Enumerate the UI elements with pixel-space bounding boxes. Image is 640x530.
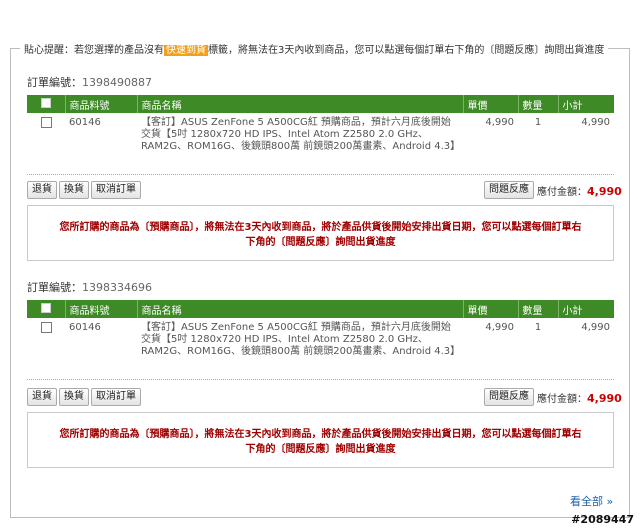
divider (27, 174, 614, 175)
row-select-cell (27, 113, 65, 168)
select-all-checkbox[interactable] (40, 97, 51, 108)
exchange-button[interactable]: 換貨 (59, 181, 89, 199)
amount-due-value: 4,990 (587, 392, 622, 405)
amount-due: 應付金額：4,990 (537, 183, 622, 198)
order-title: 訂單編號：1398334696 (27, 279, 152, 295)
amount-due-value: 4,990 (587, 185, 622, 198)
item-subtotal: 4,990 (581, 117, 610, 128)
return-button[interactable]: 退貨 (27, 181, 57, 199)
item-price: 4,990 (485, 322, 514, 333)
preorder-notice: 您所訂購的商品為〔預購商品〕，將無法在3天內收到商品，將於產品供貨後開始安排出貨… (27, 412, 614, 468)
order-number: 1398334696 (82, 281, 152, 294)
item-qty: 1 (534, 117, 542, 128)
col-subtotal: 小計 (558, 95, 614, 113)
order-number: 1398490887 (82, 76, 152, 89)
order-number-label: 訂單編號： (27, 281, 82, 294)
view-all-link[interactable]: 看全部 » (570, 493, 613, 509)
item-price: 4,990 (485, 117, 514, 128)
row-checkbox[interactable] (40, 322, 52, 333)
select-all-checkbox[interactable] (40, 302, 51, 313)
item-qty: 1 (534, 322, 542, 333)
select-all-header (27, 300, 66, 318)
row-select-cell (27, 318, 65, 373)
issue-report-button[interactable]: 問題反應 (484, 181, 534, 199)
item-sku: 60146 (69, 117, 101, 128)
order-number-label: 訂單編號： (27, 76, 82, 89)
reminder-text-suffix: 標籤，將無法在3天內收到商品，您可以點選每個訂單右下角的〔問題反應〕詢問出貨進度 (208, 45, 605, 56)
table-row: 60146 【客訂】ASUS ZenFone 5 A500CG紅 預購商品，預計… (27, 113, 614, 168)
select-all-header (27, 95, 66, 113)
row-checkbox[interactable] (40, 117, 52, 128)
preorder-notice: 您所訂購的商品為〔預購商品〕，將無法在3天內收到商品，將於產品供貨後開始安排出貨… (27, 205, 614, 261)
issue-report-button[interactable]: 問題反應 (484, 388, 534, 406)
amount-due-label: 應付金額： (537, 394, 587, 405)
col-sku: 商品料號 (65, 95, 138, 113)
watermark-id: #2089447 (571, 513, 634, 526)
col-price: 單價 (463, 300, 519, 318)
exchange-button[interactable]: 換貨 (59, 388, 89, 406)
reminder-text-prefix: 貼心提醒：若您選擇的產品沒有 (24, 45, 164, 56)
table-header-row: 商品料號 商品名稱 單價 數量 小計 (27, 300, 614, 318)
item-name: 【客訂】ASUS ZenFone 5 A500CG紅 預購商品，預計六月底後開始… (141, 117, 461, 152)
order-title: 訂單編號：1398490887 (27, 74, 152, 90)
amount-due-label: 應付金額： (537, 187, 587, 198)
col-qty: 數量 (518, 95, 559, 113)
col-price: 單價 (463, 95, 519, 113)
col-qty: 數量 (518, 300, 559, 318)
col-name: 商品名稱 (137, 300, 464, 318)
reminder-legend: 貼心提醒：若您選擇的產品沒有 快速到貨 標籤，將無法在3天內收到商品，您可以點選每個… (20, 41, 609, 56)
amount-due: 應付金額：4,990 (537, 390, 622, 405)
cancel-order-button[interactable]: 取消訂單 (91, 181, 141, 199)
return-button[interactable]: 退貨 (27, 388, 57, 406)
item-name: 【客訂】ASUS ZenFone 5 A500CG紅 預購商品，預計六月底後開始… (141, 322, 461, 357)
col-sku: 商品料號 (65, 300, 138, 318)
item-subtotal: 4,990 (581, 322, 610, 333)
col-subtotal: 小計 (558, 300, 614, 318)
table-header-row: 商品料號 商品名稱 單價 數量 小計 (27, 95, 614, 113)
order-items-table: 商品料號 商品名稱 單價 數量 小計 60146 【客訂】ASUS ZenFon… (27, 95, 614, 168)
item-sku: 60146 (69, 322, 101, 333)
divider (27, 379, 614, 380)
order-items-table: 商品料號 商品名稱 單價 數量 小計 60146 【客訂】ASUS ZenFon… (27, 300, 614, 373)
table-row: 60146 【客訂】ASUS ZenFone 5 A500CG紅 預購商品，預計… (27, 318, 614, 373)
cancel-order-button[interactable]: 取消訂單 (91, 388, 141, 406)
fast-delivery-tag: 快速到貨 (164, 45, 208, 56)
col-name: 商品名稱 (137, 95, 464, 113)
